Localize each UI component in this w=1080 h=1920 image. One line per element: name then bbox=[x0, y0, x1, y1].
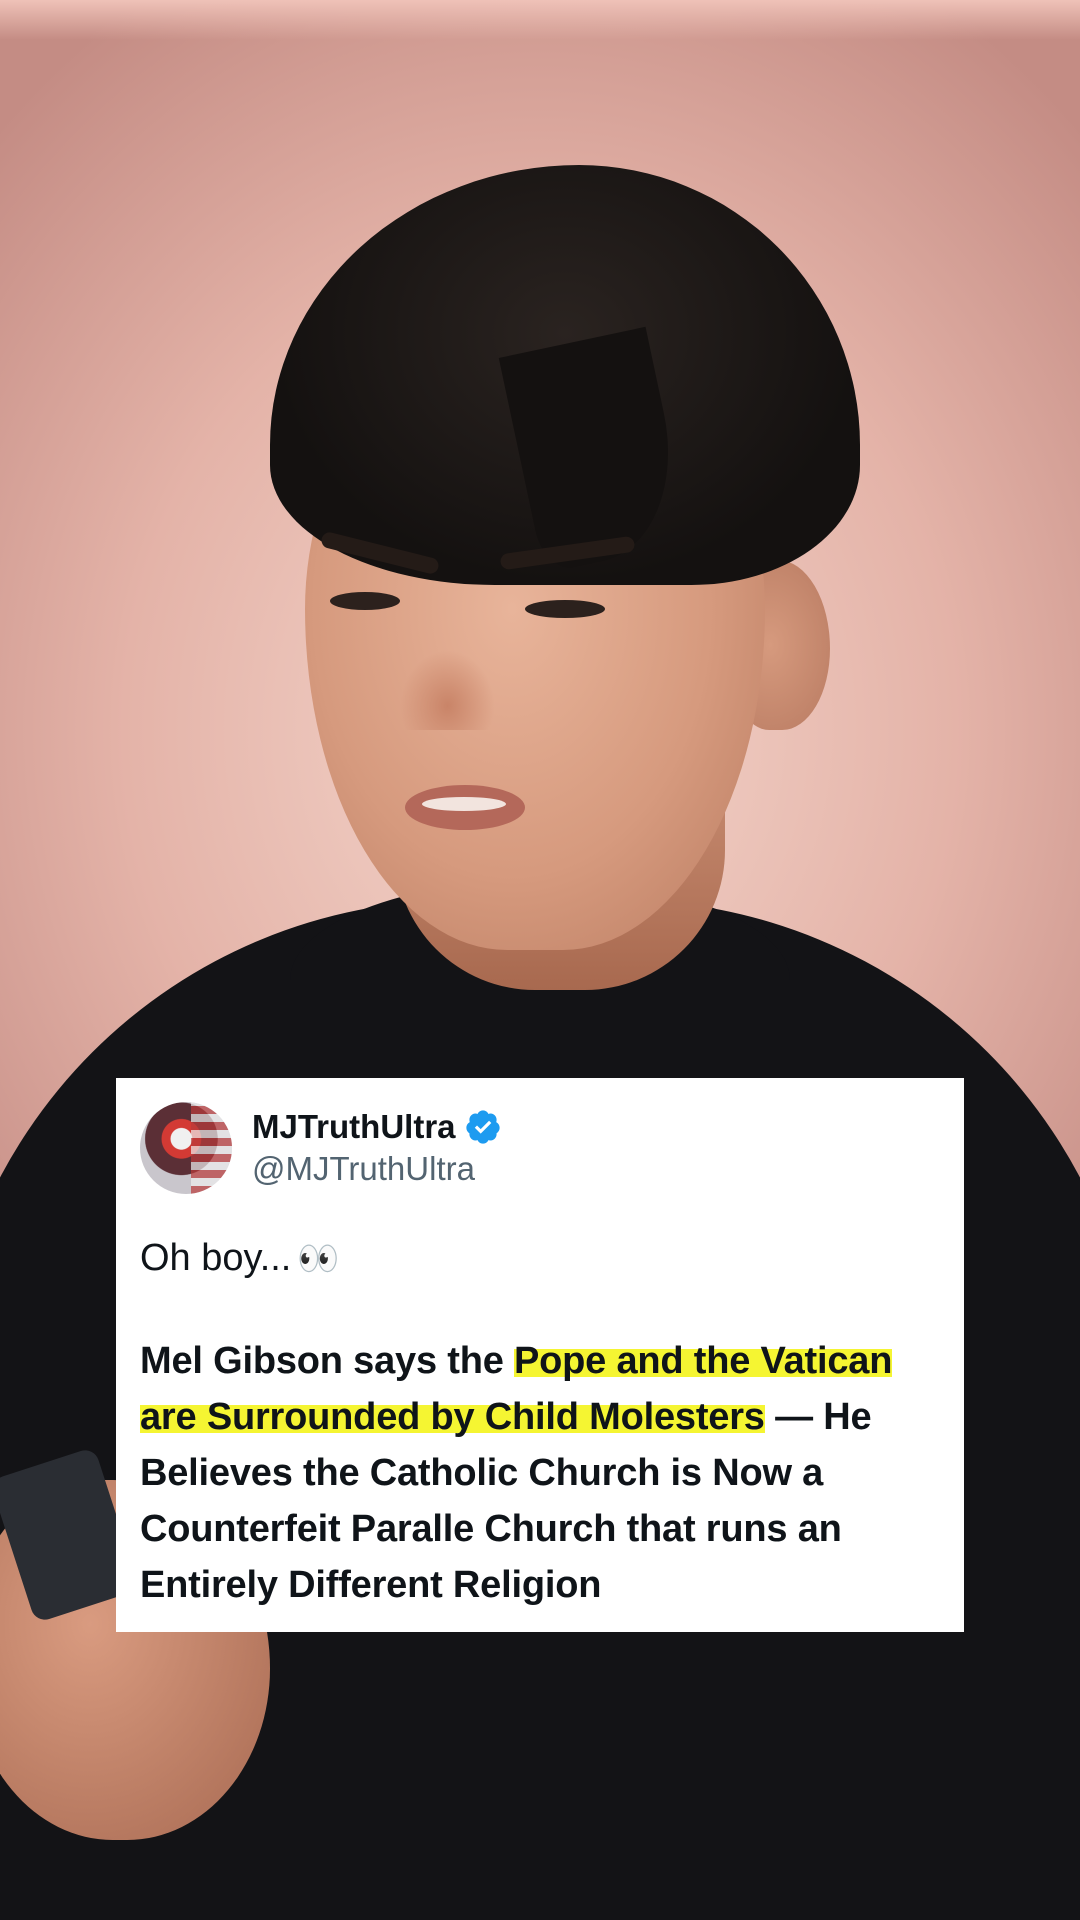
tweet-intro: Oh boy... 👀 bbox=[140, 1234, 940, 1283]
display-name[interactable]: MJTruthUltra bbox=[252, 1106, 456, 1148]
left-eye bbox=[330, 592, 400, 610]
verified-badge-icon bbox=[465, 1110, 500, 1144]
video-frame: MJTruthUltra @MJTruthUltra Oh boy... 👀 Me… bbox=[0, 0, 1080, 1920]
person-teeth bbox=[422, 797, 506, 811]
tweet-header: MJTruthUltra @MJTruthUltra bbox=[140, 1100, 940, 1196]
intro-text: Oh boy... bbox=[140, 1237, 292, 1279]
eyes-emoji-icon: 👀 bbox=[297, 1240, 340, 1278]
avatar-flag-pattern bbox=[190, 1102, 232, 1194]
person-nose bbox=[400, 650, 495, 730]
person-figure bbox=[0, 0, 1080, 1920]
avatar[interactable] bbox=[140, 1102, 232, 1194]
name-row: MJTruthUltra bbox=[252, 1106, 502, 1148]
right-eye bbox=[525, 600, 605, 618]
handle[interactable]: @MJTruthUltra bbox=[252, 1148, 502, 1190]
tweet-card[interactable]: MJTruthUltra @MJTruthUltra Oh boy... 👀 Me… bbox=[116, 1078, 964, 1632]
tweet-body: Mel Gibson says the Pope and the Vatican… bbox=[140, 1333, 940, 1613]
body-text-start: Mel Gibson says the bbox=[140, 1340, 514, 1382]
author-info: MJTruthUltra @MJTruthUltra bbox=[252, 1106, 502, 1190]
